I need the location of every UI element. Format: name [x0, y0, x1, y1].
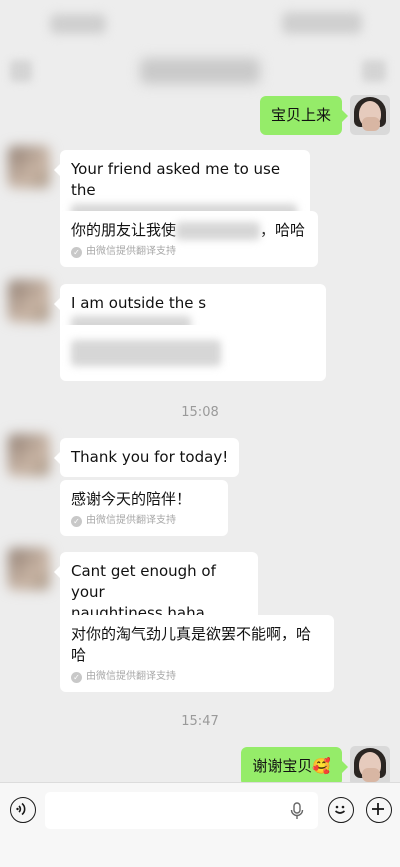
translation-text: 感谢今天的陪伴！	[71, 490, 192, 508]
outgoing-message[interactable]: 谢谢宝贝🥰	[241, 747, 348, 786]
translation-text-line: 对你的淘气劲儿真是欲罢不能啊，哈	[71, 625, 312, 643]
translation-bubble[interactable]	[60, 325, 326, 381]
check-circle-icon: ✓	[71, 671, 82, 683]
translation-bubble[interactable]: 对你的淘气劲儿真是欲罢不能啊，哈 哈 ✓ 由微信提供翻译支持	[60, 615, 334, 692]
input-bar	[0, 782, 400, 867]
chat-header	[0, 52, 400, 92]
message-text-line: Cant get enough of your	[71, 562, 216, 601]
outgoing-message[interactable]: 宝贝上来	[259, 96, 349, 135]
status-bar	[0, 0, 400, 52]
message-text: Your friend asked me to use the	[71, 160, 281, 199]
translation-text-line: 哈	[71, 646, 87, 664]
chat-title-blurred	[140, 58, 260, 84]
check-circle-icon: ✓	[71, 515, 82, 527]
plus-icon	[372, 803, 384, 815]
redacted-text	[176, 221, 261, 240]
my-avatar[interactable]	[350, 95, 390, 135]
check-circle-icon: ✓	[71, 246, 82, 258]
more-icon[interactable]	[362, 60, 386, 82]
translation-text: 你的朋友让我使	[71, 221, 177, 239]
translation-note: ✓ 由微信提供翻译支持	[71, 246, 307, 258]
translation-bubble[interactable]: 感谢今天的陪伴！ ✓ 由微信提供翻译支持	[60, 480, 228, 536]
emoji-icon	[334, 805, 346, 814]
more-actions-button[interactable]	[366, 797, 392, 823]
message-text: Thank you for today!	[71, 448, 229, 466]
my-avatar[interactable]	[350, 746, 390, 786]
contact-avatar[interactable]	[8, 280, 50, 322]
emoji-button[interactable]	[328, 797, 354, 823]
message-text: 谢谢宝贝🥰	[252, 757, 331, 775]
contact-avatar[interactable]	[8, 548, 50, 590]
message-text: 宝贝上来	[270, 106, 331, 124]
translation-note: ✓ 由微信提供翻译支持	[71, 515, 217, 527]
timestamp: 15:47	[181, 714, 219, 729]
voice-icon	[16, 802, 26, 816]
contact-avatar[interactable]	[8, 146, 50, 188]
message-input[interactable]	[45, 792, 318, 829]
voice-mode-button[interactable]	[10, 797, 36, 823]
status-icons-blurred	[282, 12, 362, 34]
message-text: I am outside the s	[71, 294, 207, 312]
back-icon[interactable]	[10, 60, 32, 82]
contact-avatar[interactable]	[8, 434, 50, 476]
timestamp: 15:08	[181, 405, 219, 420]
translation-bubble[interactable]: 你的朋友让我使 ，哈哈 ✓ 由微信提供翻译支持	[60, 211, 318, 267]
redacted-text	[71, 340, 221, 366]
microphone-icon[interactable]	[290, 802, 304, 820]
incoming-message[interactable]: Thank you for today!	[53, 438, 240, 477]
status-time-blurred	[50, 14, 106, 34]
translation-text-end: ，哈哈	[260, 221, 306, 239]
translation-note: ✓ 由微信提供翻译支持	[71, 671, 323, 683]
